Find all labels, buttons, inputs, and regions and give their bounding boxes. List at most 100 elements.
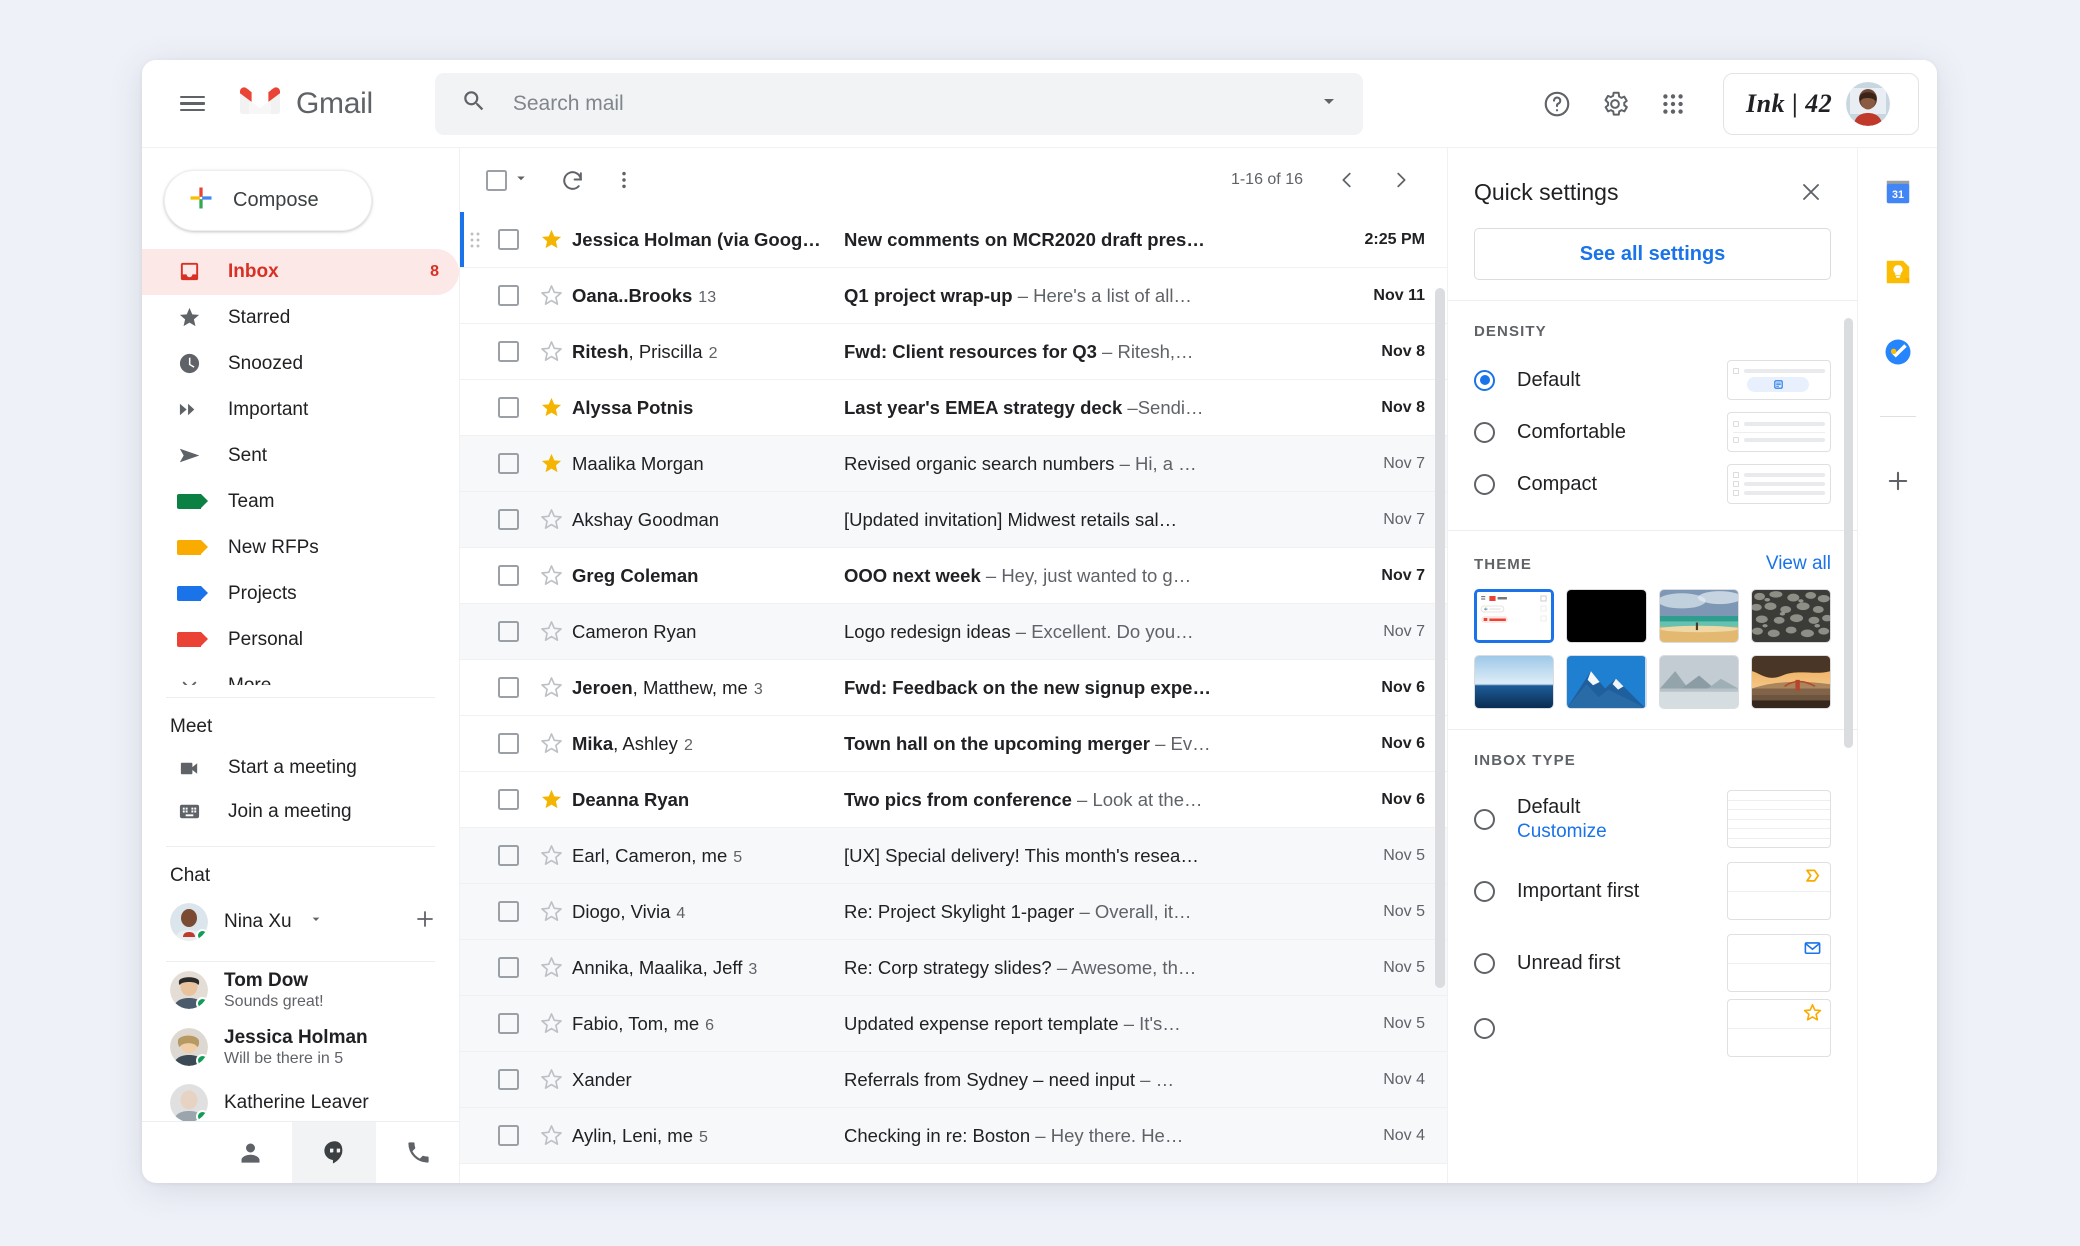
table-row[interactable]: Jessica Holman (via Goog… New comments on… — [460, 212, 1447, 268]
table-row[interactable]: Alyssa Potnis Last year's EMEA strategy d… — [460, 380, 1447, 436]
table-row[interactable]: Annika, Maalika, Jeff 3 Re: Corp strategy … — [460, 940, 1447, 996]
table-row[interactable]: Maalika Morgan Revised organic search num… — [460, 436, 1447, 492]
help-icon[interactable] — [1531, 78, 1583, 130]
theme-thumb-mountain[interactable] — [1566, 655, 1647, 709]
theme-thumb-pebbles[interactable] — [1750, 589, 1831, 643]
star-icon[interactable] — [530, 1124, 572, 1147]
table-row[interactable]: Diogo, Vivia 4 Re: Project Skylight 1-page… — [460, 884, 1447, 940]
tasks-icon[interactable] — [1876, 330, 1920, 374]
inbox-type-option-important-first[interactable]: Important first — [1474, 855, 1831, 927]
apps-grid-icon[interactable] — [1647, 78, 1699, 130]
search-options-icon[interactable] — [1317, 89, 1341, 118]
table-row[interactable]: Fabio, Tom, me 6 Updated expense report te… — [460, 996, 1447, 1052]
table-row[interactable]: Deanna Ryan Two pics from conference – Lo… — [460, 772, 1447, 828]
radio-icon[interactable] — [1474, 1017, 1495, 1039]
more-vertical-icon[interactable] — [600, 156, 648, 204]
sidebar-item-important[interactable]: Important — [142, 387, 459, 433]
drag-handle-icon[interactable] — [464, 231, 486, 249]
radio-icon[interactable] — [1474, 421, 1495, 443]
caret-down-icon[interactable] — [308, 911, 324, 932]
star-icon[interactable] — [530, 788, 572, 811]
row-checkbox[interactable] — [486, 285, 530, 306]
star-icon[interactable] — [530, 676, 572, 699]
sidebar-item-projects[interactable]: Projects — [142, 571, 459, 617]
main-menu-icon[interactable] — [166, 78, 218, 130]
sidebar-item-new-rfps[interactable]: New RFPs — [142, 525, 459, 571]
row-checkbox[interactable] — [486, 621, 530, 642]
sidebar-item-sent[interactable]: Sent — [142, 433, 459, 479]
refresh-icon[interactable] — [548, 156, 596, 204]
row-checkbox[interactable] — [486, 397, 530, 418]
table-row[interactable]: Akshay Goodman [Updated invitation] Midwe… — [460, 492, 1447, 548]
table-row[interactable]: Oana..Brooks 13 Q1 project wrap-up – Here'… — [460, 268, 1447, 324]
list-item[interactable]: Jessica Holman Will be there in 5 — [142, 1019, 459, 1076]
gear-icon[interactable] — [1589, 78, 1641, 130]
row-checkbox[interactable] — [486, 453, 530, 474]
row-checkbox[interactable] — [486, 341, 530, 362]
star-icon[interactable] — [530, 508, 572, 531]
compose-button[interactable]: Compose — [164, 170, 372, 231]
density-option-default[interactable]: Default — [1474, 354, 1831, 406]
row-checkbox[interactable] — [486, 229, 530, 250]
theme-thumb-light-gmail[interactable] — [1474, 589, 1555, 643]
row-checkbox[interactable] — [486, 1013, 530, 1034]
select-dropdown-icon[interactable] — [512, 169, 530, 192]
star-icon[interactable] — [530, 396, 572, 419]
search-bar[interactable] — [434, 72, 1363, 135]
see-all-settings-button[interactable]: See all settings — [1474, 228, 1831, 280]
star-icon[interactable] — [530, 900, 572, 923]
table-row[interactable]: Aylin, Leni, me 5 Checking in re: Boston –… — [460, 1108, 1447, 1164]
add-chat-icon[interactable] — [413, 907, 437, 936]
scrollbar-thumb[interactable] — [1435, 288, 1445, 988]
row-checkbox[interactable] — [486, 957, 530, 978]
start-a-meeting-item[interactable]: Start a meeting — [142, 746, 459, 790]
sidebar-item-team[interactable]: Team — [142, 479, 459, 525]
list-item[interactable]: Katherine Leaver — [142, 1076, 459, 1122]
radio-icon[interactable] — [1474, 473, 1495, 495]
chevron-left-icon[interactable] — [1323, 156, 1371, 204]
chat-me-row[interactable]: Nina Xu — [142, 895, 459, 949]
table-row[interactable]: Jeroen, Matthew, me 3 Fwd: Feedback on the… — [460, 660, 1447, 716]
avatar[interactable] — [1846, 81, 1891, 126]
star-icon[interactable] — [530, 340, 572, 363]
radio-icon[interactable] — [1474, 808, 1495, 830]
join-a-meeting-item[interactable]: Join a meeting — [142, 790, 459, 834]
inbox-type-option-default[interactable]: Default Customize — [1474, 783, 1831, 855]
quick-settings-scrollbar[interactable] — [1844, 318, 1853, 1143]
density-option-compact[interactable]: Compact — [1474, 458, 1831, 510]
table-row[interactable]: Earl, Cameron, me 5 [UX] Special delivery!… — [460, 828, 1447, 884]
sidebar-item-personal[interactable]: Personal — [142, 617, 459, 663]
inbox-type-option-starred-first[interactable] — [1474, 999, 1831, 1057]
star-icon[interactable] — [530, 1012, 572, 1035]
star-icon[interactable] — [530, 844, 572, 867]
star-icon[interactable] — [530, 284, 572, 307]
star-icon[interactable] — [530, 620, 572, 643]
radio-icon[interactable] — [1474, 369, 1495, 391]
row-checkbox[interactable] — [486, 509, 530, 530]
table-row[interactable]: Ritesh, Priscilla 2 Fwd: Client resources … — [460, 324, 1447, 380]
sidebar-item-more[interactable]: More — [142, 663, 459, 686]
table-row[interactable]: Cameron Ryan Logo redesign ideas – Excell… — [460, 604, 1447, 660]
table-row[interactable]: Mika, Ashley 2 Town hall on the upcoming m… — [460, 716, 1447, 772]
customize-link[interactable]: Customize — [1517, 821, 1607, 843]
theme-thumb-beach[interactable] — [1658, 589, 1739, 643]
sidebar-item-inbox[interactable]: Inbox 8 — [142, 248, 459, 295]
theme-thumb-dark[interactable] — [1566, 589, 1647, 643]
scrollbar-thumb[interactable] — [1844, 318, 1853, 748]
search-input[interactable] — [512, 91, 1317, 116]
table-row[interactable]: Xander Referrals from Sydney – need input… — [460, 1052, 1447, 1108]
person-icon[interactable] — [208, 1122, 292, 1183]
star-icon[interactable] — [530, 732, 572, 755]
inbox-type-option-unread-first[interactable]: Unread first — [1474, 927, 1831, 999]
chevron-right-icon[interactable] — [1377, 156, 1425, 204]
keep-icon[interactable] — [1876, 250, 1920, 294]
radio-icon[interactable] — [1474, 952, 1495, 974]
row-checkbox[interactable] — [486, 845, 530, 866]
sidebar-item-starred[interactable]: Starred — [142, 295, 459, 341]
close-icon[interactable] — [1791, 172, 1831, 212]
star-icon[interactable] — [530, 564, 572, 587]
star-icon[interactable] — [530, 452, 572, 475]
star-icon[interactable] — [530, 1068, 572, 1091]
radio-icon[interactable] — [1474, 880, 1495, 902]
theme-thumb-sunset-bridge[interactable] — [1750, 655, 1831, 709]
